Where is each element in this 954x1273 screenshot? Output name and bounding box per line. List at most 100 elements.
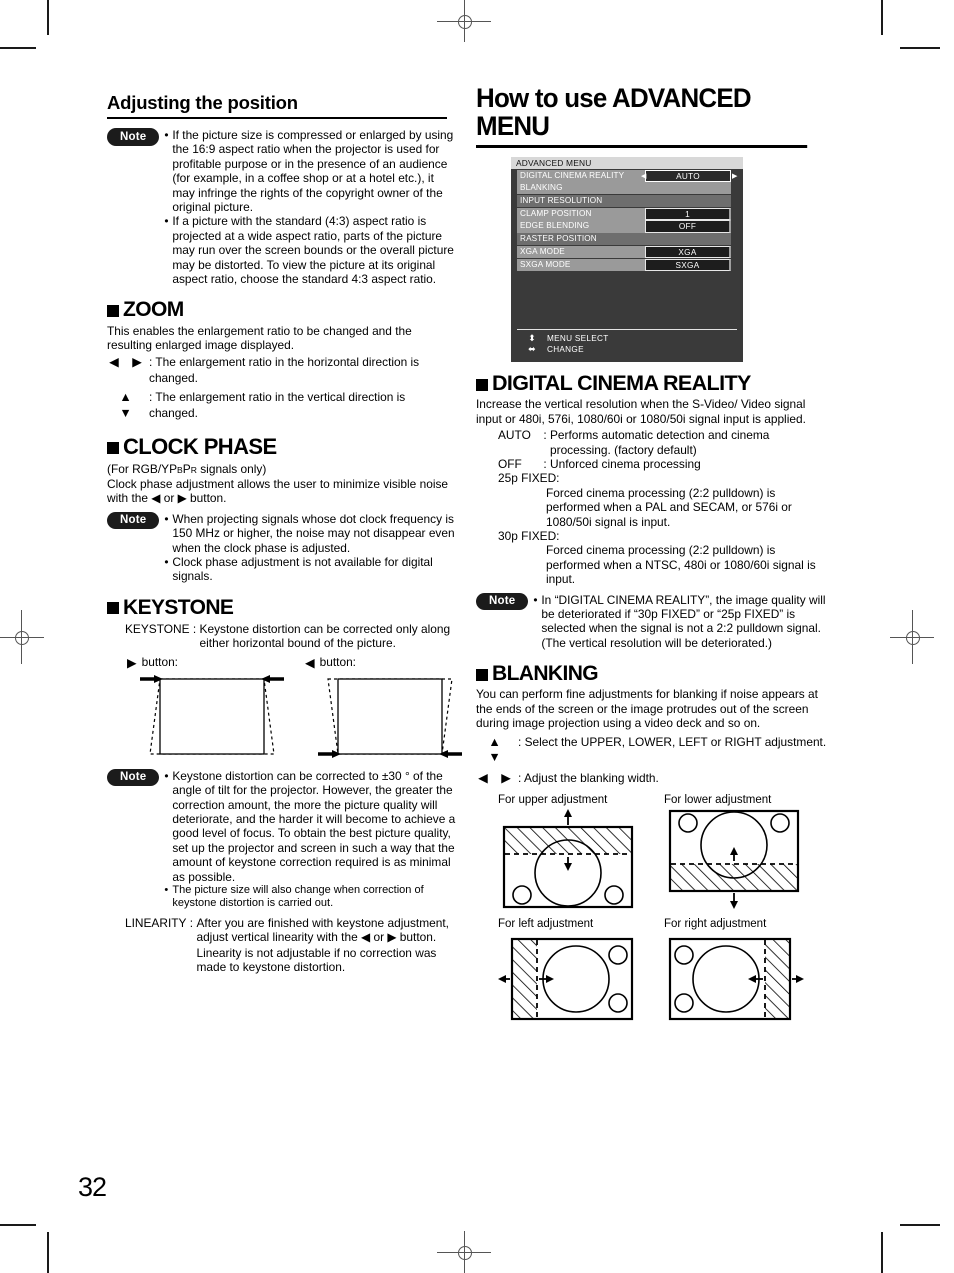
- caret-right-icon[interactable]: ▶: [732, 172, 737, 180]
- dcr-option-label: OFF: [498, 456, 522, 471]
- blanking-figure-left: For left adjustment: [498, 918, 638, 1036]
- note-bullet: • Keystone distortion can be corrected t…: [164, 769, 457, 884]
- blanking-diagram-upper: [502, 809, 634, 909]
- zoom-row-vertical: ▲ ▼ : The enlargement ratio in the verti…: [107, 390, 457, 421]
- manual-page: Adjusting the position Note • If the pic…: [0, 0, 954, 1273]
- osd-row-value[interactable]: AUTO: [645, 169, 731, 182]
- section-heading-digital-cinema-reality: DIGITAL CINEMA REALITY: [476, 370, 828, 396]
- note-bullet-text: If a picture with the standard (4:3) asp…: [172, 214, 454, 287]
- osd-row-raster-position[interactable]: RASTER POSITION: [517, 233, 738, 246]
- bullet-square-icon: [107, 602, 119, 615]
- osd-row-value[interactable]: SXGA: [645, 258, 731, 271]
- dcr-option-text: Performs automatic detection and cinema …: [550, 428, 770, 457]
- blanking-figure-caption: For right adjustment: [664, 918, 767, 931]
- note-badge: Note: [107, 128, 160, 146]
- section-title-text: BLANKING: [492, 662, 599, 686]
- blanking-figure-caption: For upper adjustment: [498, 794, 608, 807]
- blanking-row-width: ◀ ▶ : Adjust the blanking width.: [476, 771, 828, 787]
- note-badge: Note: [476, 592, 529, 611]
- keystone-figure-caption: button:: [141, 655, 178, 670]
- blanking-row-text: Select the UPPER, LOWER, LEFT or RIGHT a…: [524, 734, 827, 749]
- zoom-row-text: The enlargement ratio in the horizontal …: [149, 355, 420, 385]
- blanking-figure-caption: For lower adjustment: [664, 794, 772, 807]
- section-heading-adjusting-the-position: Adjusting the position: [107, 92, 447, 119]
- colon: :: [192, 621, 197, 636]
- dcr-option-auto: AUTO : Performs automatic detection and …: [498, 428, 828, 457]
- linearity-text: After you are finished with keystone adj…: [196, 915, 449, 945]
- osd-row-label: XGA MODE: [517, 245, 645, 258]
- bullet-dot: •: [164, 555, 169, 569]
- osd-row-label: RASTER POSITION: [517, 233, 731, 246]
- clock-phase-signal-prefix: (For RGB/YP: [107, 461, 178, 476]
- caret-left-icon[interactable]: ◀: [641, 172, 646, 180]
- osd-row-blanking[interactable]: BLANKING: [517, 182, 738, 195]
- osd-row-sxga-mode[interactable]: SXGA MODE SXGA: [517, 258, 738, 271]
- osd-row-clamp-position[interactable]: CLAMP POSITION 1: [517, 207, 738, 220]
- blanking-row-text: Adjust the blanking width.: [523, 770, 659, 785]
- zoom-row-horizontal: ◀ ▶ : The enlargement ratio in the horiz…: [107, 355, 457, 386]
- keystone-figure-caption: button:: [319, 655, 356, 670]
- linearity-text-2: Linearity is not adjustable if no correc…: [196, 945, 437, 974]
- dcr-fixed-25p-label: 25p FIXED:: [498, 471, 560, 486]
- blanking-figure-caption: For left adjustment: [498, 918, 594, 931]
- bullet-dot: •: [164, 214, 169, 229]
- osd-row-digital-cinema-reality[interactable]: DIGITAL CINEMA REALITY AUTO ◀ ▶: [517, 169, 738, 182]
- blanking-figure-lower: For lower adjustment: [664, 794, 804, 914]
- blanking-diagram-right: [668, 937, 804, 1021]
- osd-row-label: BLANKING: [517, 182, 731, 195]
- blanking-figures: For upper adjustment For lower adjustmen…: [498, 794, 828, 1036]
- keystone-def-label: KEYSTONE: [125, 621, 190, 636]
- osd-row-label: SXGA MODE: [517, 258, 645, 271]
- registration-mark-top: [451, 8, 477, 34]
- dcr-fixed-30p-label: 30p FIXED:: [498, 528, 560, 543]
- note-bullet-text: Clock phase adjustment is not available …: [172, 555, 433, 584]
- bullet-square-icon: [476, 378, 488, 391]
- bullet-dot: •: [164, 883, 169, 896]
- section-heading-zoom: ZOOM: [107, 298, 457, 321]
- osd-row-value[interactable]: OFF: [645, 220, 731, 233]
- up-down-arrow-icon: ▲ ▼: [488, 734, 506, 765]
- dcr-fixed-25p-text: Forced cinema processing (2:2 pulldown) …: [546, 485, 792, 529]
- note-bullet-text: When projecting signals whose dot clock …: [172, 511, 455, 555]
- blanking-row-select: ▲ ▼ : Select the UPPER, LOWER, LEFT or R…: [476, 735, 828, 766]
- osd-row-value[interactable]: XGA: [645, 245, 731, 258]
- osd-title: ADVANCED MENU: [511, 156, 743, 169]
- section-title-text: CLOCK PHASE: [123, 434, 277, 460]
- dcr-option-text: Unforced cinema processing: [550, 456, 701, 471]
- note-bullet-text: The picture size will also change when c…: [172, 883, 424, 910]
- keystone-diagram-right: [140, 674, 284, 755]
- note-bullet: • The picture size will also change when…: [164, 884, 457, 911]
- osd-row-label: EDGE BLENDING: [517, 220, 645, 233]
- osd-footer-menu-select: ⬍ MENU SELECT: [517, 333, 737, 344]
- keystone-def-text: Keystone distortion can be corrected onl…: [199, 621, 451, 651]
- registration-mark-bottom: [451, 1239, 477, 1265]
- colon: :: [189, 915, 194, 930]
- osd-row-value[interactable]: 1: [645, 207, 731, 220]
- colon: :: [518, 734, 525, 749]
- left-arrow-icon: ◀: [305, 655, 315, 670]
- bullet-square-icon: [107, 442, 119, 455]
- osd-row-label: DIGITAL CINEMA REALITY: [517, 169, 645, 182]
- section-title-text: DIGITAL CINEMA REALITY: [492, 370, 751, 395]
- keystone-figures: ▶ button: ◀ button:: [127, 655, 462, 768]
- osd-footer-label: CHANGE: [547, 344, 584, 354]
- section-heading-keystone: KEYSTONE: [107, 596, 457, 619]
- osd-row-edge-blending[interactable]: EDGE BLENDING OFF: [517, 220, 738, 233]
- blanking-figure-upper: For upper adjustment: [498, 794, 638, 914]
- osd-row-xga-mode[interactable]: XGA MODE XGA: [517, 245, 738, 258]
- right-arrow-icon: ▶: [127, 655, 137, 670]
- registration-mark-right: [899, 624, 925, 650]
- crop-mark-top-right-v: [881, 0, 883, 35]
- crop-mark-bottom-right-h: [900, 1224, 940, 1226]
- left-column: Adjusting the position Note • If the pic…: [107, 92, 462, 974]
- osd-row-input-resolution[interactable]: INPUT RESOLUTION: [517, 195, 738, 208]
- crop-mark-bottom-left-v: [47, 1232, 49, 1273]
- page-title: How to use ADVANCED MENU: [476, 84, 808, 148]
- clock-phase-intro: Clock phase adjustment allows the user t…: [107, 476, 449, 506]
- bullet-dot: •: [533, 592, 538, 607]
- osd-row-label: CLAMP POSITION: [517, 207, 645, 220]
- section-title-text: KEYSTONE: [123, 595, 234, 619]
- blanking-intro: You can perform fine adjustments for bla…: [476, 687, 818, 731]
- crop-mark-bottom-left-h: [0, 1224, 36, 1226]
- zoom-row-text: The enlargement ratio in the vertical di…: [149, 390, 406, 420]
